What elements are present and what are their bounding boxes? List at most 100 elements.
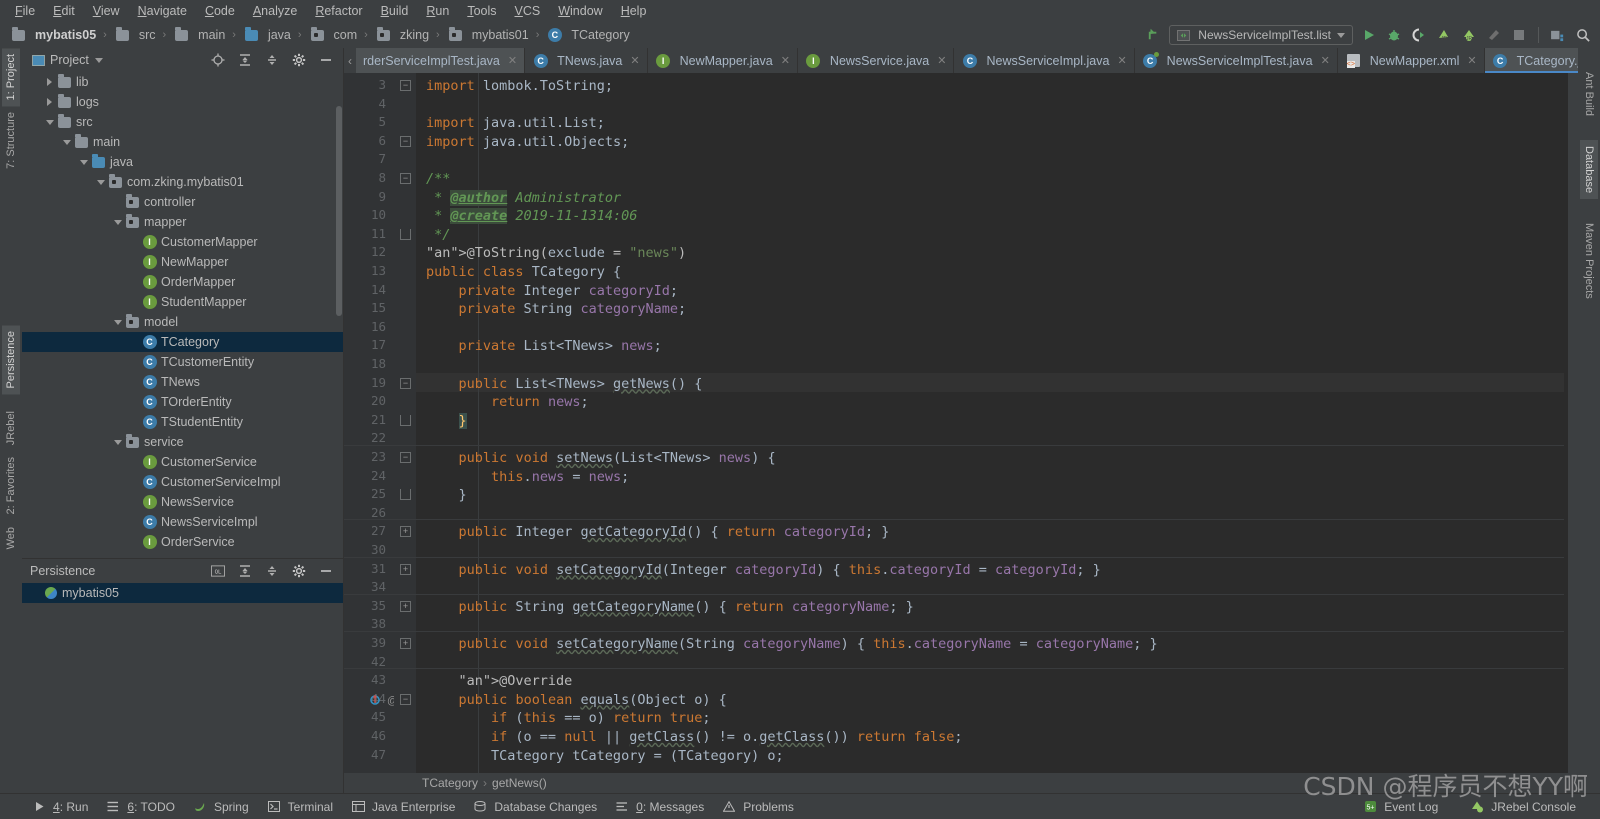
close-icon[interactable]: ✕ [508,54,517,67]
menu-item-run[interactable]: Run [417,2,458,20]
menu-item-file[interactable]: File [6,2,44,20]
tool-button-java-enterprise[interactable]: Java Enterprise [345,798,467,816]
code-line[interactable]: import java.util.List; [426,114,605,133]
tool-button-6-todo[interactable]: 6: TODO [100,798,187,816]
code-line[interactable]: import lombok.ToString; [426,77,613,96]
code-line[interactable]: } [426,412,467,431]
code-line[interactable]: * @author Administrator [426,189,621,208]
run-with-coverage-icon[interactable] [1410,26,1428,44]
tool-button-terminal[interactable]: Terminal [261,798,345,816]
code-line[interactable]: import java.util.Objects; [426,133,629,152]
tree-node-newmapper[interactable]: I NewMapper [22,252,343,272]
tree-node-ordermapper[interactable]: I OrderMapper [22,272,343,292]
code-line[interactable]: return news; [426,393,589,412]
breadcrumb-item-tcategory[interactable]: C TCategory [544,27,631,43]
tree-node-newsserviceimpl[interactable]: C NewsServiceImpl [22,512,343,532]
tree-node-tnews[interactable]: C TNews [22,372,343,392]
breadcrumb-item-com[interactable]: com [307,26,360,43]
fold-collapse-icon[interactable]: − [400,693,411,705]
editor-marker-bar[interactable] [1564,73,1578,773]
breadcrumb-item-java[interactable]: java [241,26,293,43]
fold-expand-icon[interactable]: + [400,638,411,649]
code-line[interactable]: public List<TNews> getNews() { [426,375,703,394]
close-icon[interactable]: ✕ [1321,54,1330,67]
collapse-all-icon[interactable] [263,562,281,580]
fold-collapse-icon[interactable]: − [400,452,411,463]
menu-item-view[interactable]: View [84,2,129,20]
chevron-down-icon[interactable] [94,57,103,63]
close-icon[interactable]: ✕ [630,54,639,67]
tool-button-problems[interactable]: Problems [716,798,806,816]
editor-breadcrumb[interactable]: TCategory › getNews() [344,773,1578,793]
fold-end-icon[interactable] [400,489,411,501]
editor-tab-tcategory-java[interactable]: CTCategory.java✕ [1484,48,1578,73]
code-line[interactable]: private String categoryName; [426,300,687,319]
tool-button-0-messages[interactable]: 0: Messages [609,798,716,816]
code-line[interactable]: public Integer getCategoryId() { return … [426,523,890,542]
chevron-down-icon[interactable] [1337,32,1345,38]
code-line[interactable]: public class TCategory { [426,263,621,282]
code-line[interactable]: TCategory tCategory = (TCategory) o; [426,747,784,766]
menu-item-refactor[interactable]: Refactor [306,2,371,20]
editor-tab-newmapper-xml[interactable]: NewMapper.xml ✕ [1338,48,1485,73]
project-tree[interactable]: lib logs src main java com.zking.mybatis01 con… [22,72,343,558]
persistence-node-mybatis05[interactable]: mybatis05 [22,583,343,603]
chevron-down-icon[interactable] [111,319,124,325]
code-editor[interactable]: 3−4 5 6−7 8−9 10 11 12 13 14 15 16 17 18 19−20 21 22 23−… [344,73,1578,773]
code-line[interactable]: public void setCategoryId(Integer catego… [426,561,1101,580]
editor-breadcrumb-item-getnews[interactable]: getNews() [492,776,547,790]
menu-item-code[interactable]: Code [196,2,244,20]
persistence-tree[interactable]: mybatis05 [22,583,343,793]
tool-button-database-changes[interactable]: Database Changes [467,798,609,816]
collapse-all-icon[interactable] [263,51,281,69]
tool-window-tab-maven-projects[interactable]: Maven Projects [1580,217,1598,305]
editor-gutter[interactable]: 3−4 5 6−7 8−9 10 11 12 13 14 15 16 17 18 19−20 21 22 23−… [344,73,416,773]
debug-junit-icon[interactable]: JR [1460,26,1478,44]
fold-end-icon[interactable] [400,228,411,240]
menu-item-edit[interactable]: Edit [44,2,84,20]
breadcrumb-item-main[interactable]: main [171,26,227,43]
tree-node-studentmapper[interactable]: I StudentMapper [22,292,343,312]
tree-node-customerservice[interactable]: I CustomerService [22,452,343,472]
tree-node-main[interactable]: main [22,132,343,152]
back-arrow-icon[interactable] [1144,26,1162,44]
menu-item-build[interactable]: Build [372,2,418,20]
tool-window-tab-7-structure[interactable]: 7: Structure [2,106,20,175]
chevron-down-icon[interactable] [60,139,73,145]
fold-expand-icon[interactable]: + [400,600,411,612]
chevron-down-icon[interactable] [77,159,90,165]
editor-breadcrumb-item-tcategory[interactable]: TCategory [422,776,478,790]
tool-window-tab-database[interactable]: Database [1580,140,1598,200]
tree-node-customermapper[interactable]: I CustomerMapper [22,232,343,252]
breadcrumb-item-mybatis05[interactable]: mybatis05 [8,26,98,43]
code-line[interactable]: private List<TNews> news; [426,337,662,356]
editor-scrollbar[interactable] [1568,73,1578,773]
code-line[interactable]: public String getCategoryName() { return… [426,598,914,617]
fold-expand-icon[interactable]: + [400,563,411,575]
tool-button-spring[interactable]: Spring [187,798,261,816]
close-icon[interactable]: ✕ [1467,54,1476,67]
tree-node-mapper[interactable]: mapper [22,212,343,232]
tool-button-jrebel-console[interactable]: JRebel Console [1464,798,1588,816]
override-method-icon[interactable]: @ [370,693,398,709]
hide-icon[interactable] [317,562,335,580]
tabs-scroll-left-icon[interactable]: ‹ [344,48,356,73]
code-text[interactable]: import lombok.ToString; import java.util.… [416,73,1564,773]
code-line[interactable]: "an">@ToString(exclude = "news") [426,244,686,263]
gear-icon[interactable] [290,51,308,69]
tool-window-tab-2-favorites[interactable]: 2: Favorites [2,451,20,520]
tool-window-tab-jrebel[interactable]: JRebel [2,405,20,451]
hide-icon[interactable] [317,51,335,69]
menu-item-help[interactable]: Help [612,2,656,20]
fold-collapse-icon[interactable]: − [400,173,411,184]
code-line[interactable]: public void setCategoryName(String categ… [426,635,1158,654]
tree-node-tstudententity[interactable]: C TStudentEntity [22,412,343,432]
close-icon[interactable]: ✕ [937,54,946,67]
chevron-down-icon[interactable] [111,219,124,225]
menu-item-vcs[interactable]: VCS [506,2,550,20]
editor-tab-newsservice-java[interactable]: I NewsService.java ✕ [798,48,955,73]
tree-node-java[interactable]: java [22,152,343,172]
expand-all-icon[interactable] [236,51,254,69]
editor-tab-newsserviceimpltest-java[interactable]: C NewsServiceImplTest.java ✕ [1135,48,1338,73]
close-icon[interactable]: ✕ [781,54,790,67]
